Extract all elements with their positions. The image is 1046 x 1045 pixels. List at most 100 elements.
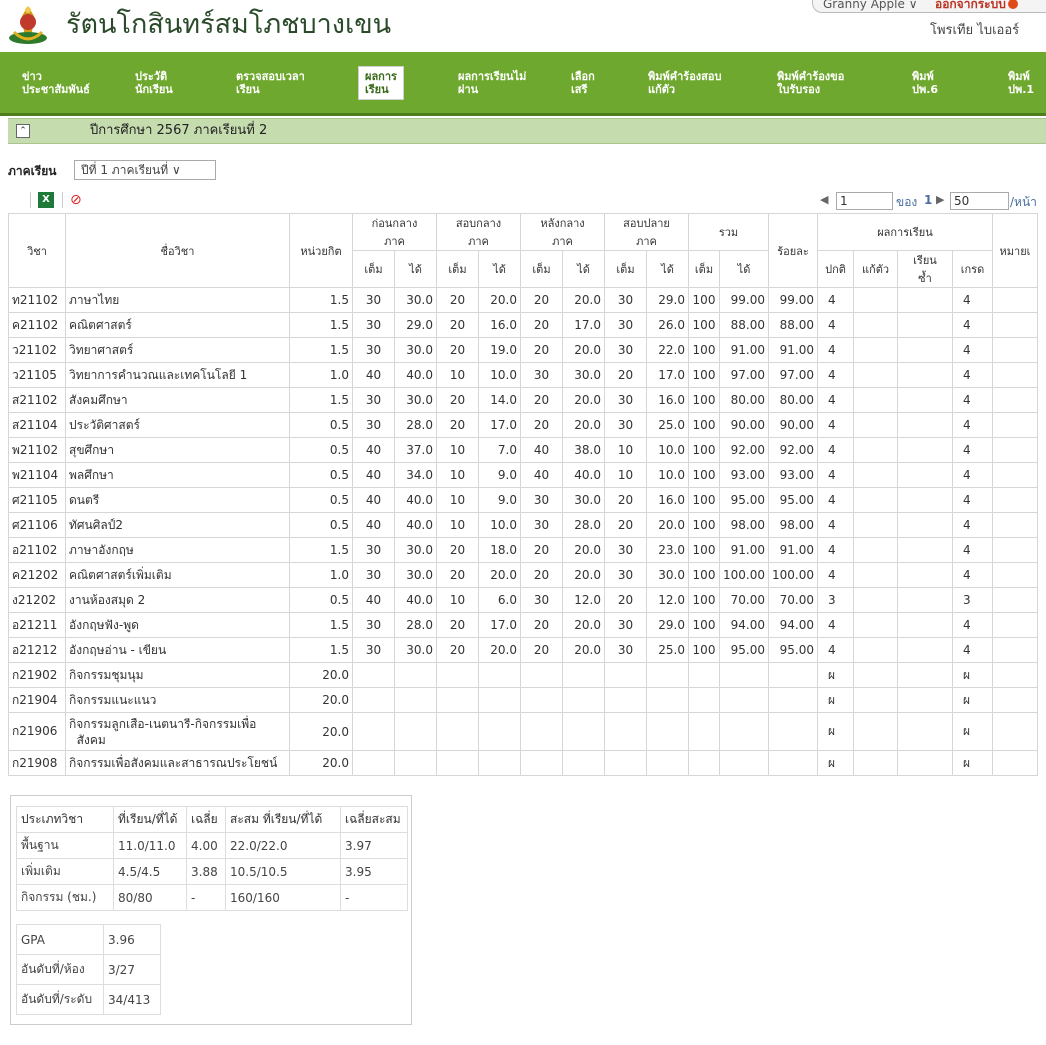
total-full-cell: 100	[688, 512, 720, 538]
nav-attendance[interactable]: ตรวจสอบเวลา เรียน	[236, 70, 305, 96]
mid-full-cell	[436, 712, 479, 751]
after-mid-got-cell: 40.0	[562, 462, 605, 488]
total-got-cell: 92.00	[719, 437, 769, 463]
total-got-cell: 100.00	[719, 562, 769, 588]
per-page-input[interactable]: 50	[950, 192, 1009, 210]
before-mid-full-cell: 30	[352, 312, 395, 338]
nav-print-pp6[interactable]: พิมพ์ ปพ.6	[912, 70, 938, 96]
after-mid-got-cell: 30.0	[562, 362, 605, 388]
mid-got-cell	[478, 750, 521, 776]
toolbar-separator	[30, 192, 31, 208]
final-got-cell: 20.0	[646, 512, 689, 538]
before-mid-full-cell: 30	[352, 337, 395, 363]
final-full-cell	[604, 712, 647, 751]
result-fix-cell	[853, 487, 898, 513]
nav-print-certificate[interactable]: พิมพ์คำร้องขอ ใบรับรอง	[777, 70, 844, 96]
nav-print-retest[interactable]: พิมพ์คำร้องสอบ แก้ตัว	[648, 70, 721, 96]
subheader-got: ได้	[394, 250, 437, 288]
clear-filter-icon[interactable]: ⊘	[70, 192, 86, 208]
total-full-cell: 100	[688, 437, 720, 463]
course-code-cell: ค21102	[8, 312, 66, 338]
result-fix-cell	[853, 712, 898, 751]
table-row: ว21105 วิทยาการคำนวณและเทคโนโลยี 1 1.0 40 40…	[8, 362, 1038, 388]
grade-cell: 4	[952, 612, 993, 638]
result-normal-cell: ผ	[817, 750, 854, 776]
prev-page-icon[interactable]: ◀	[820, 193, 828, 206]
final-full-cell: 10	[604, 437, 647, 463]
before-mid-got-cell: 40.0	[394, 487, 437, 513]
before-mid-full-cell: 30	[352, 612, 395, 638]
top-user-box: Granny Apple ∨ ออกจากระบบ	[812, 0, 1046, 13]
nav-news[interactable]: ข่าว ประชาสัมพันธ์	[22, 70, 90, 96]
col-header-credit: หน่วยกิต	[289, 213, 353, 288]
nav-grades[interactable]: ผลการ เรียน	[358, 66, 404, 100]
summary-header-type: ประเภทวิชา	[16, 806, 114, 833]
course-credit-cell: 0.5	[289, 462, 353, 488]
after-mid-got-cell	[562, 662, 605, 688]
course-name-cell: ทัศนศิลป์2	[65, 512, 290, 538]
before-mid-full-cell: 40	[352, 487, 395, 513]
col-header-percent: ร้อยละ	[768, 213, 818, 288]
table-row: ศ21106 ทัศนศิลป์2 0.5 40 40.0 10 10.0 30 28.0 20 2…	[8, 512, 1038, 538]
user-menu[interactable]: Granny Apple ∨	[823, 0, 917, 11]
main-nav: ข่าว ประชาสัมพันธ์ ประวัติ นักเรียน ตรวจ…	[0, 52, 1046, 116]
course-name-cell: สังคมศึกษา	[65, 387, 290, 413]
final-got-cell: 10.0	[646, 437, 689, 463]
course-name-cell: ภาษาอังกฤษ	[65, 537, 290, 563]
collapse-icon[interactable]: ⌃	[16, 124, 30, 138]
mid-full-cell: 20	[436, 337, 479, 363]
mid-got-cell: 20.0	[478, 287, 521, 313]
mid-got-cell: 18.0	[478, 537, 521, 563]
before-mid-full-cell: 40	[352, 437, 395, 463]
before-mid-full-cell: 30	[352, 637, 395, 663]
excel-export-icon[interactable]: X	[38, 192, 54, 208]
logout-label: ออกจากระบบ	[935, 0, 1006, 11]
semester-select[interactable]: ปีที่ 1 ภาคเรียนที่ ∨	[74, 160, 216, 180]
summary-avg: -	[186, 884, 226, 911]
nav-student-profile[interactable]: ประวัติ นักเรียน	[135, 70, 173, 96]
summary-cum-avg: -	[340, 884, 408, 911]
total-full-cell: 100	[688, 287, 720, 313]
before-mid-full-cell	[352, 712, 395, 751]
mid-full-cell: 20	[436, 612, 479, 638]
course-credit-cell: 1.0	[289, 562, 353, 588]
mid-full-cell: 20	[436, 637, 479, 663]
gpa-value: 3.96	[103, 924, 161, 955]
before-mid-got-cell: 40.0	[394, 587, 437, 613]
before-mid-full-cell: 30	[352, 387, 395, 413]
after-mid-full-cell: 20	[520, 287, 563, 313]
course-name-cell: วิทยาศาสตร์	[65, 337, 290, 363]
nav-failed-results[interactable]: ผลการเรียนไม่ ผ่าน	[458, 70, 526, 96]
logout-button[interactable]: ออกจากระบบ	[935, 0, 1018, 11]
result-fix-cell	[853, 562, 898, 588]
rank-room-value: 3/27	[103, 954, 161, 985]
course-credit-cell: 20.0	[289, 662, 353, 688]
summary-studied: 11.0/11.0	[113, 832, 187, 859]
result-normal-cell: 4	[817, 287, 854, 313]
page-input[interactable]: 1	[836, 192, 893, 210]
col-header-total: รวม	[688, 213, 769, 251]
course-code-cell: ก21902	[8, 662, 66, 688]
next-page-icon[interactable]: ▶	[936, 193, 944, 206]
result-normal-cell: 4	[817, 337, 854, 363]
total-full-cell	[688, 662, 720, 688]
grades-table: วิชา ชื่อวิชา หน่วยกิต ก่อนกลาง ภาค สอบก…	[8, 213, 1038, 776]
mid-got-cell: 17.0	[478, 412, 521, 438]
col-header-note: หมายเ	[992, 213, 1038, 288]
final-full-cell: 30	[604, 637, 647, 663]
total-got-cell: 93.00	[719, 462, 769, 488]
after-mid-got-cell: 38.0	[562, 437, 605, 463]
summary-type: กิจกรรม (ชม.)	[16, 884, 114, 911]
nav-print-pp1[interactable]: พิมพ์ ปพ.1	[1008, 70, 1034, 96]
final-got-cell: 16.0	[646, 487, 689, 513]
summary-table: ประเภทวิชา ที่เรียน/ที่ได้ เฉลี่ย สะสม ท…	[16, 806, 408, 911]
note-cell	[992, 662, 1038, 688]
course-credit-cell: 1.5	[289, 637, 353, 663]
final-full-cell: 30	[604, 337, 647, 363]
grade-cell: 4	[952, 362, 993, 388]
mid-full-cell: 10	[436, 487, 479, 513]
course-credit-cell: 0.5	[289, 437, 353, 463]
nav-free-elective[interactable]: เลือก เสรี	[571, 70, 595, 96]
note-cell	[992, 437, 1038, 463]
grade-cell: ผ	[952, 750, 993, 776]
